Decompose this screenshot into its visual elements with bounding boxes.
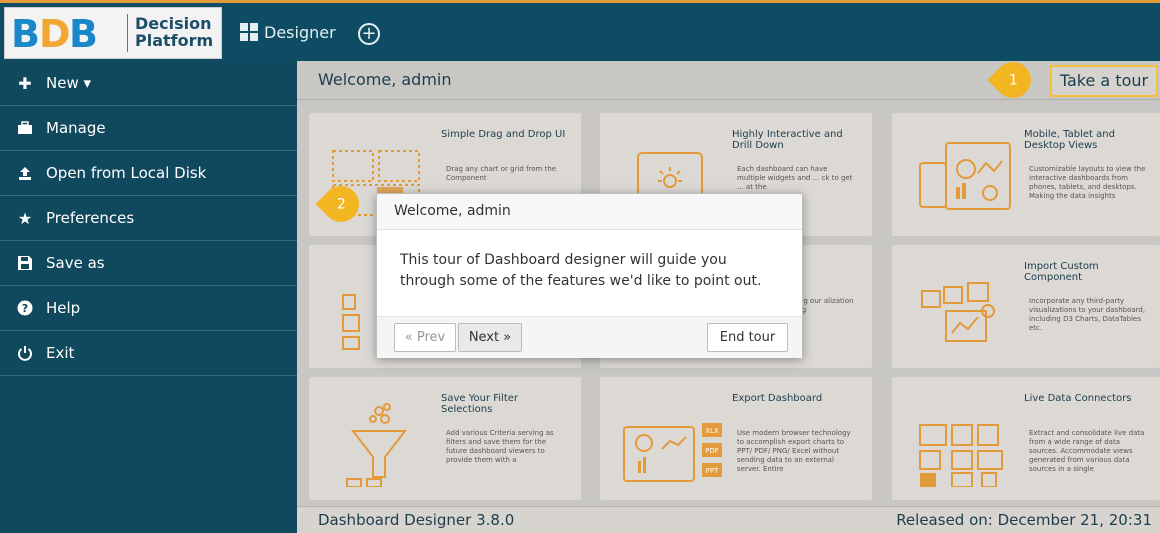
logo-divider — [127, 14, 128, 52]
card-title: Simple Drag and Drop UI — [441, 129, 566, 140]
sidebar-item-save-as[interactable]: Save as — [0, 241, 297, 286]
add-tab-icon[interactable]: + — [358, 23, 380, 45]
card-title: Import Custom Component — [1024, 261, 1099, 283]
footer: Dashboard Designer 3.8.0 Released on: De… — [297, 506, 1160, 533]
sidebar-item-label: New ▾ — [46, 74, 92, 92]
feature-card-custom-component[interactable]: Import Custom Component Incorporate any … — [892, 245, 1160, 368]
svg-text:?: ? — [22, 302, 28, 315]
data-sources-illustration-icon — [919, 424, 1003, 487]
top-bar: B D B Decision Platform Designer + — [0, 0, 1160, 61]
pdf-tag: PDF — [705, 447, 719, 455]
popover-title: Welcome, admin — [377, 194, 802, 230]
logo-text-platform: Platform — [135, 31, 214, 50]
card-title: Highly Interactive and Drill Down — [732, 129, 843, 151]
sidebar-item-preferences[interactable]: ★ Preferences — [0, 196, 297, 241]
card-description: Incorporate any third-party visualizatio… — [1029, 297, 1146, 332]
components-illustration-icon — [921, 282, 995, 342]
card-description: Customizable layouts to view the interac… — [1029, 165, 1146, 200]
logo-letter-d: D — [39, 12, 71, 56]
next-button[interactable]: Next » — [458, 323, 522, 352]
ppt-tag: PPT — [706, 467, 719, 475]
save-icon — [16, 255, 34, 271]
star-icon: ★ — [17, 208, 33, 228]
logo-letter-b-2: B — [69, 12, 98, 56]
sidebar-item-open-local[interactable]: Open from Local Disk — [0, 151, 297, 196]
feature-card-export[interactable]: XLX PDF PPT Export Dashboard Use modern … — [600, 377, 872, 500]
tour-popover: Welcome, admin This tour of Dashboard de… — [376, 193, 803, 358]
designer-tab[interactable]: Designer — [240, 17, 336, 47]
card-title: Mobile, Tablet and Desktop Views — [1024, 129, 1115, 151]
card-description: Add various Criteria serving as filters … — [446, 429, 554, 464]
sidebar-item-label: Exit — [46, 344, 75, 362]
funnel-illustration-icon — [346, 403, 408, 487]
card-title: Live Data Connectors — [1024, 393, 1132, 404]
power-icon — [16, 345, 34, 361]
popover-footer: « Prev Next » End tour — [377, 316, 802, 358]
bdb-logo[interactable]: B D B Decision Platform — [4, 7, 222, 59]
logo-text-decision: Decision — [135, 14, 212, 33]
feature-card-mobile[interactable]: Mobile, Tablet and Desktop Views Customi… — [892, 113, 1160, 236]
sidebar-item-label: Preferences — [46, 209, 135, 227]
prev-button[interactable]: « Prev — [394, 323, 456, 352]
help-icon: ? — [16, 300, 34, 316]
card-title: Save Your Filter Selections — [441, 393, 519, 415]
sidebar-item-label: Open from Local Disk — [46, 164, 207, 182]
sidebar-item-label: Manage — [46, 119, 106, 137]
popover-body: This tour of Dashboard designer will gui… — [400, 252, 762, 289]
sidebar-item-label: Help — [46, 299, 81, 317]
designer-tab-label: Designer — [264, 22, 336, 42]
sidebar-item-manage[interactable]: Manage — [0, 106, 297, 151]
take-a-tour-button[interactable]: Take a tour — [1050, 65, 1158, 97]
sidebar-item-exit[interactable]: Exit — [0, 331, 297, 376]
plus-icon: ✚ — [18, 73, 32, 93]
sidebar: ✚ New ▾ Manage Open from Local Disk ★ Pr… — [0, 61, 297, 533]
end-tour-button[interactable]: End tour — [707, 323, 788, 352]
card-title: Export Dashboard — [732, 393, 823, 404]
briefcase-icon — [16, 121, 34, 135]
card-description: Extract and consolidate live data from a… — [1029, 429, 1145, 473]
sidebar-item-label: Save as — [46, 254, 105, 272]
feature-card-data-connectors[interactable]: Live Data Connectors Extract and consoli… — [892, 377, 1160, 500]
feature-card-filter[interactable]: Save Your Filter Selections Add various … — [309, 377, 581, 500]
export-illustration-icon: XLX PDF PPT — [623, 423, 722, 482]
devices-illustration-icon — [919, 142, 1011, 210]
sidebar-item-new[interactable]: ✚ New ▾ — [0, 61, 297, 106]
dashboard-grid-icon — [240, 23, 258, 41]
sidebar-item-help[interactable]: ? Help — [0, 286, 297, 331]
page-title: Welcome, admin — [318, 70, 452, 89]
logo-letter-b: B — [11, 12, 40, 56]
upload-icon — [16, 165, 34, 181]
xlx-tag: XLX — [705, 427, 719, 435]
release-date-label: Released on: December 21, 20:31 — [896, 511, 1152, 529]
version-label: Dashboard Designer 3.8.0 — [318, 511, 515, 529]
card-description: Use modern browser technology to accompl… — [737, 429, 851, 473]
